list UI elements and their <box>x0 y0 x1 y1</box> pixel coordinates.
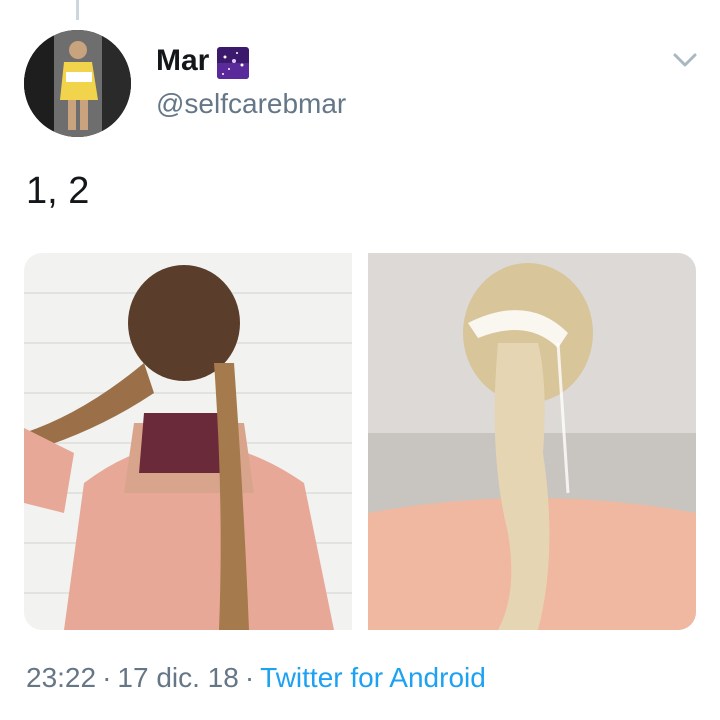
media-photo-1[interactable] <box>24 253 352 630</box>
thread-connector-line <box>76 0 79 20</box>
tweet-metadata: 23:22 · 17 dic. 18 · Twitter for Android <box>26 662 486 694</box>
tweet-source-link[interactable]: Twitter for Android <box>260 662 486 693</box>
meta-separator: · <box>244 662 255 693</box>
meta-separator: · <box>102 662 112 693</box>
user-handle[interactable]: @selfcarebmar <box>156 88 346 120</box>
tweet-time[interactable]: 23:22 <box>26 662 96 693</box>
user-display-name[interactable]: Mar <box>156 44 209 78</box>
media-photo-2[interactable] <box>368 253 696 630</box>
chevron-down-icon[interactable] <box>672 50 698 70</box>
tweet-text: 1, 2 <box>26 170 90 212</box>
tweet-date[interactable]: 17 dic. 18 <box>117 662 238 693</box>
galaxy-emoji-icon <box>217 47 249 79</box>
avatar[interactable] <box>24 30 131 137</box>
